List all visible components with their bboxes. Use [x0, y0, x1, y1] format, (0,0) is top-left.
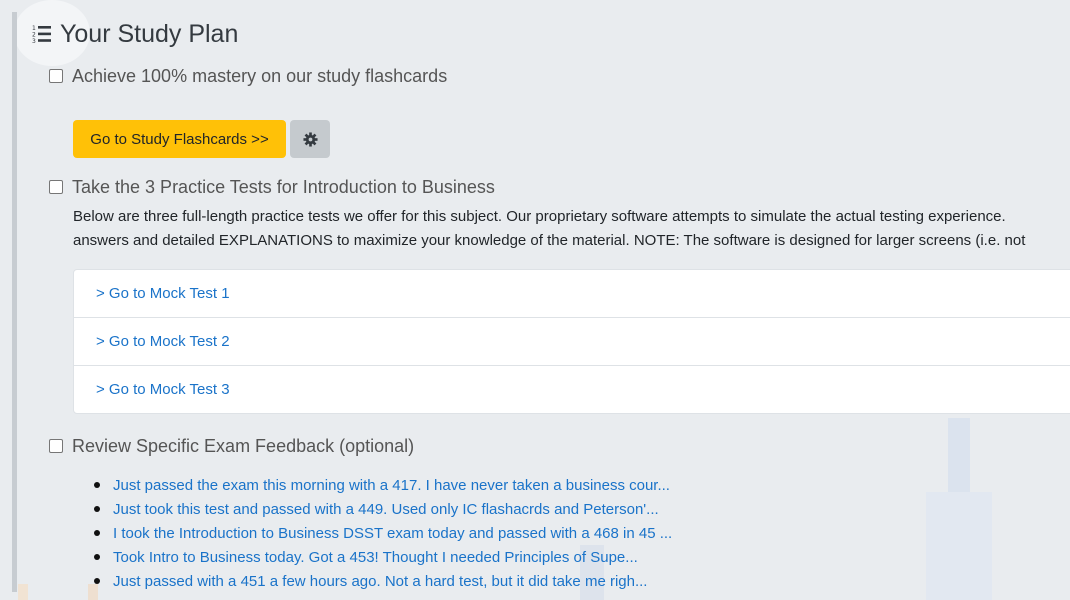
- list-item: I took the Introduction to Business DSST…: [94, 521, 672, 545]
- feedback-link[interactable]: Just took this test and passed with a 44…: [113, 501, 659, 518]
- task-label: Review Specific Exam Feedback (optional): [72, 435, 415, 456]
- feedback-link[interactable]: Just passed with a 451 a few hours ago. …: [113, 573, 647, 590]
- flashcard-settings-button[interactable]: [290, 120, 330, 158]
- list-item: Took Intro to Business today. Got a 453!…: [94, 545, 672, 569]
- practice-tests-description: Below are three full-length practice tes…: [73, 205, 1070, 253]
- list-item: Just passed with a 451 a few hours ago. …: [94, 569, 672, 593]
- gear-icon: [302, 131, 318, 147]
- task-exam-feedback: Review Specific Exam Feedback (optional): [49, 436, 414, 456]
- feedback-link[interactable]: Took Intro to Business today. Got a 453!…: [113, 549, 638, 566]
- mock-test-link-2[interactable]: > Go to Mock Test 2: [74, 318, 1070, 366]
- task-label: Take the 3 Practice Tests for Introducti…: [72, 176, 495, 197]
- list-item: Just passed the exam this morning with a…: [94, 473, 672, 497]
- feedback-link[interactable]: Just passed the exam this morning with a…: [113, 477, 670, 494]
- list-item: Just took this test and passed with a 44…: [94, 497, 672, 521]
- task-checkbox[interactable]: [49, 180, 63, 194]
- mock-test-list: > Go to Mock Test 1 > Go to Mock Test 2 …: [73, 269, 1070, 414]
- task-checkbox[interactable]: [49, 69, 63, 83]
- svg-text:3: 3: [32, 38, 36, 44]
- feedback-link[interactable]: I took the Introduction to Business DSST…: [113, 525, 672, 542]
- bullet-icon: [94, 530, 100, 536]
- mock-test-link-1[interactable]: > Go to Mock Test 1: [74, 270, 1070, 318]
- task-flashcards: Achieve 100% mastery on our study flashc…: [49, 66, 447, 86]
- go-to-flashcards-button[interactable]: Go to Study Flashcards >>: [73, 120, 286, 158]
- task-checkbox[interactable]: [49, 439, 63, 453]
- page-title: Your Study Plan: [60, 19, 239, 48]
- task-label: Achieve 100% mastery on our study flashc…: [72, 65, 448, 86]
- bullet-icon: [94, 578, 100, 584]
- task-practice-tests: Take the 3 Practice Tests for Introducti…: [49, 177, 495, 197]
- list-ol-icon: 1 2 3: [32, 25, 51, 44]
- mock-test-link-3[interactable]: > Go to Mock Test 3: [74, 366, 1070, 413]
- page-header: 1 2 3 Your Study Plan: [32, 18, 238, 50]
- study-plan-panel: 1 2 3 Your Study Plan Achieve 100% maste…: [0, 0, 1070, 600]
- description-line: answers and detailed EXPLANATIONS to max…: [73, 232, 1026, 249]
- bullet-icon: [94, 554, 100, 560]
- bullet-icon: [94, 506, 100, 512]
- bullet-icon: [94, 482, 100, 488]
- description-line: Below are three full-length practice tes…: [73, 208, 1006, 225]
- feedback-list: Just passed the exam this morning with a…: [94, 473, 672, 593]
